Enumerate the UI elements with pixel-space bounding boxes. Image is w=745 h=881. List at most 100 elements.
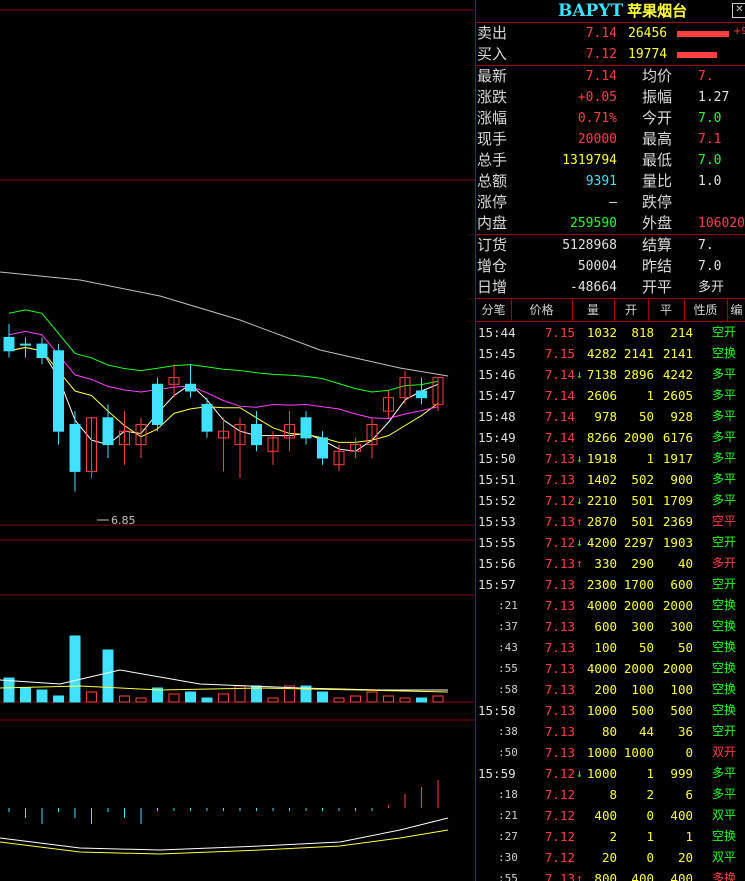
tick-price: 7.14	[544, 409, 575, 424]
tick-price: 7.12	[544, 535, 575, 550]
tick-open: 1	[646, 766, 654, 781]
tick-row[interactable]: 15:53 7.13 ↑ 2870 501 2369 空平	[476, 511, 745, 532]
tick-row[interactable]: 15:51 7.13 1402 502 900 多平	[476, 469, 745, 490]
tick-nature: 空换	[712, 682, 737, 696]
tick-price: 7.13	[544, 745, 575, 760]
position-block: 订货 5128968 结算 7. 增仓 50004 昨结 7.0 日增 -48664 开平 多开	[476, 235, 745, 298]
tick-row[interactable]: :37 7.13 600 300 300 空换	[476, 616, 745, 637]
field-label: 今开	[642, 109, 673, 127]
kline-chart[interactable]: 6.85	[0, 0, 475, 881]
tick-close: 1709	[662, 493, 693, 508]
tick-time: 15:57	[478, 577, 516, 592]
tick-row[interactable]: :21 7.12 400 0 400 双平	[476, 805, 745, 826]
tick-open: 50	[638, 409, 654, 424]
tick-close: 2605	[662, 388, 693, 403]
tick-row[interactable]: :55 7.13 4000 2000 2000 空换	[476, 658, 745, 679]
tick-close: 6176	[662, 430, 693, 445]
tick-price: 7.13	[544, 871, 575, 881]
tick-row[interactable]: :38 7.13 80 44 36 空开	[476, 721, 745, 742]
tick-time: 15:51	[478, 472, 516, 487]
tick-row[interactable]: 15:46 7.14 ↓ 7138 2896 4242 多平	[476, 364, 745, 385]
bid-row: 买入 7.12 19774	[476, 44, 745, 66]
bid-volume: 19774	[628, 47, 668, 62]
tick-open: 500	[631, 703, 654, 718]
column-header: 编	[727, 299, 745, 321]
tick-row[interactable]: 15:48 7.14 978 50 928 多平	[476, 406, 745, 427]
tick-row[interactable]: :50 7.13 1000 1000 0 双开	[476, 742, 745, 763]
ask-label: 卖出	[477, 24, 508, 42]
tick-price: 7.12	[544, 808, 575, 823]
candle-body	[36, 343, 48, 359]
tick-row[interactable]: 15:47 7.14 2606 1 2605 多平	[476, 385, 745, 406]
field-value: 0.71%	[577, 111, 617, 126]
tick-nature: 多平	[712, 451, 737, 465]
macd-dif-line	[0, 817, 449, 851]
quote-row: 总额 9391 量比 1.0	[476, 171, 745, 192]
tick-time: :55	[498, 872, 518, 881]
volume-bar	[168, 693, 180, 703]
volume-bar	[366, 691, 378, 703]
tick-price: 7.13	[544, 640, 575, 655]
tick-price: 7.13	[544, 514, 575, 529]
tick-close: 2000	[662, 661, 693, 676]
tick-nature: 空换	[712, 619, 737, 633]
tick-price: 7.12	[544, 850, 575, 865]
tick-nature: 空开	[712, 535, 737, 549]
tick-row[interactable]: 15:45 7.15 4282 2141 2141 空换	[476, 343, 745, 364]
candle-body	[69, 424, 81, 472]
tick-open: 2896	[623, 367, 654, 382]
tick-qty: 100	[594, 640, 617, 655]
tick-price: 7.13	[544, 556, 575, 571]
candle-body	[53, 350, 64, 432]
tick-time: 15:47	[478, 388, 516, 403]
tick-row[interactable]: 15:55 7.12 ↓ 4200 2297 1903 空开	[476, 532, 745, 553]
tick-price: 7.13	[544, 472, 575, 487]
tick-close: 20	[677, 850, 693, 865]
tick-time: 15:50	[478, 451, 516, 466]
tick-row[interactable]: :43 7.13 100 50 50 空换	[476, 637, 745, 658]
tick-nature: 空换	[712, 346, 737, 360]
quote-row: 涨跌 +0.05 振幅 1.27	[476, 87, 745, 108]
ask-bar	[677, 31, 729, 37]
contract-name: 苹果烟台	[627, 2, 688, 20]
contract-title: BAPYT 苹果烟台	[558, 0, 687, 22]
field-value: 7.1	[698, 132, 722, 147]
tick-price: 7.13	[544, 577, 575, 592]
tick-time: :21	[498, 599, 518, 612]
tick-row[interactable]: :55 7.13 ↑ 800 400 400 多换	[476, 868, 745, 881]
field-label: 结算	[642, 236, 673, 254]
tick-nature: 多平	[712, 430, 737, 444]
tick-open: 2141	[623, 346, 654, 361]
tick-open: 300	[631, 619, 654, 634]
tick-row[interactable]: 15:44 7.15 1032 818 214 空开	[476, 322, 745, 343]
field-value: 7.	[698, 238, 714, 253]
tick-close: 300	[670, 619, 693, 634]
tick-price: 7.13	[544, 661, 575, 676]
tick-row[interactable]: :58 7.13 200 100 100 空换	[476, 679, 745, 700]
tick-row[interactable]: 15:50 7.13 ↓ 1918 1 1917 多平	[476, 448, 745, 469]
tick-time: 15:44	[478, 325, 516, 340]
tick-row[interactable]: 15:56 7.13 ↑ 330 290 40 多开	[476, 553, 745, 574]
column-header: 量	[572, 299, 615, 321]
tick-nature: 空开	[712, 325, 737, 339]
quote-panel: BAPYT苹果烟台 ✕ 卖出 7.14 26456 +91 买入 7.12 19…	[475, 0, 745, 881]
tick-close: 999	[670, 766, 693, 781]
tick-time: 15:52	[478, 493, 516, 508]
tick-row[interactable]: :30 7.12 20 0 20 双平	[476, 847, 745, 868]
candle-body	[152, 383, 163, 425]
tick-nature: 双开	[712, 745, 737, 759]
tick-row[interactable]: 15:58 7.13 1000 500 500 空换	[476, 700, 745, 721]
tick-row[interactable]: :21 7.13 4000 2000 2000 空换	[476, 595, 745, 616]
tick-list[interactable]: 15:44 7.15 1032 818 214 空开 15:45 7.15 4282 2141 21…	[476, 322, 745, 881]
field-value: 9391	[585, 174, 617, 189]
tick-row[interactable]: 15:59 7.12 ↓ 1000 1 999 多平	[476, 763, 745, 784]
tick-row[interactable]: 15:49 7.14 8266 2090 6176 多平	[476, 427, 745, 448]
candle-body	[185, 383, 196, 392]
quote-row: 内盘 259590 外盘 106020	[476, 213, 745, 235]
tick-row[interactable]: 15:57 7.13 2300 1700 600 空开	[476, 574, 745, 595]
tick-row[interactable]: :18 7.12 8 2 6 多平	[476, 784, 745, 805]
tick-row[interactable]: 15:52 7.12 ↓ 2210 501 1709 多平	[476, 490, 745, 511]
close-icon[interactable]: ✕	[732, 3, 745, 18]
tick-row[interactable]: :27 7.12 2 1 1 空换	[476, 826, 745, 847]
tick-qty: 600	[594, 619, 617, 634]
